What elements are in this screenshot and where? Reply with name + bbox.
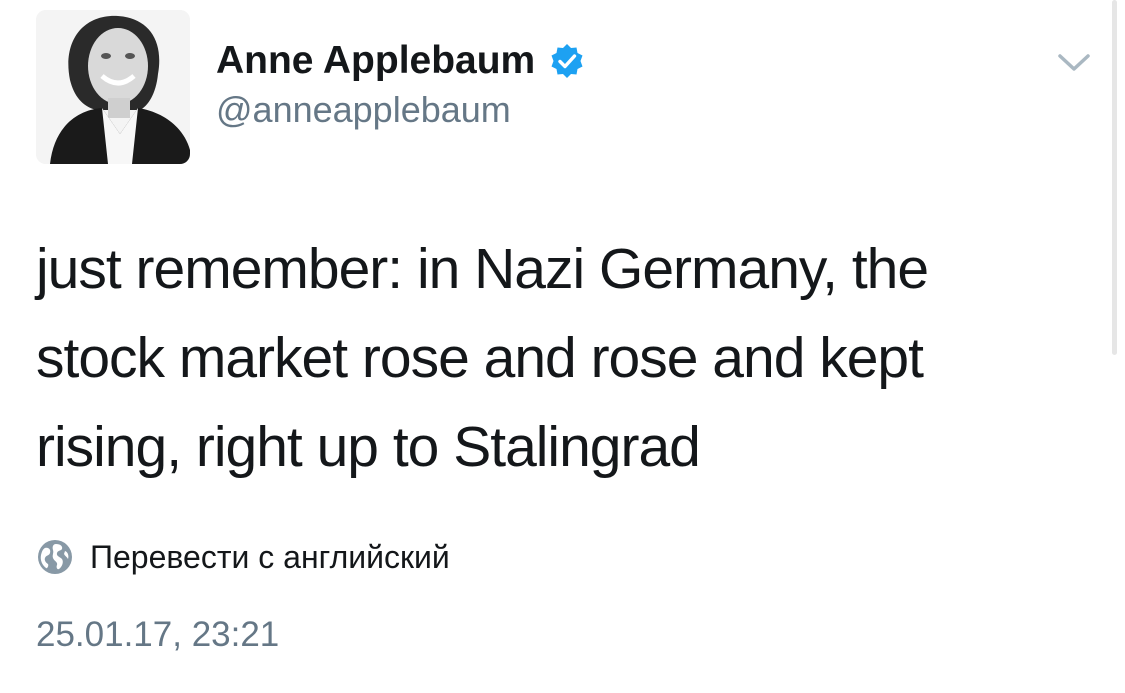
avatar[interactable]	[36, 10, 190, 164]
translate-button[interactable]: Перевести с английский	[36, 537, 450, 577]
globe-icon	[38, 540, 72, 574]
tweet-text: just remember: in Nazi Germany, the stoc…	[36, 225, 1056, 492]
tweet-text-line: just remember: in Nazi Germany, the	[36, 237, 929, 301]
author-name-row[interactable]: Anne Applebaum	[216, 38, 585, 84]
tweet-text-line: rising, right up to Stalingrad	[36, 415, 701, 479]
author-handle[interactable]: @anneapplebaum	[216, 88, 511, 132]
tweet-text-line: stock market rose and rose and kept	[36, 326, 924, 390]
translate-label[interactable]: Перевести с английский	[90, 537, 450, 577]
avatar-photo	[36, 10, 190, 164]
verified-badge-icon	[551, 44, 583, 78]
tweet-timestamp[interactable]: 25.01.17, 23:21	[36, 613, 279, 657]
scrollbar[interactable]	[1112, 0, 1117, 355]
author-name[interactable]: Anne Applebaum	[216, 38, 535, 84]
chevron-down-icon[interactable]	[1054, 48, 1094, 76]
